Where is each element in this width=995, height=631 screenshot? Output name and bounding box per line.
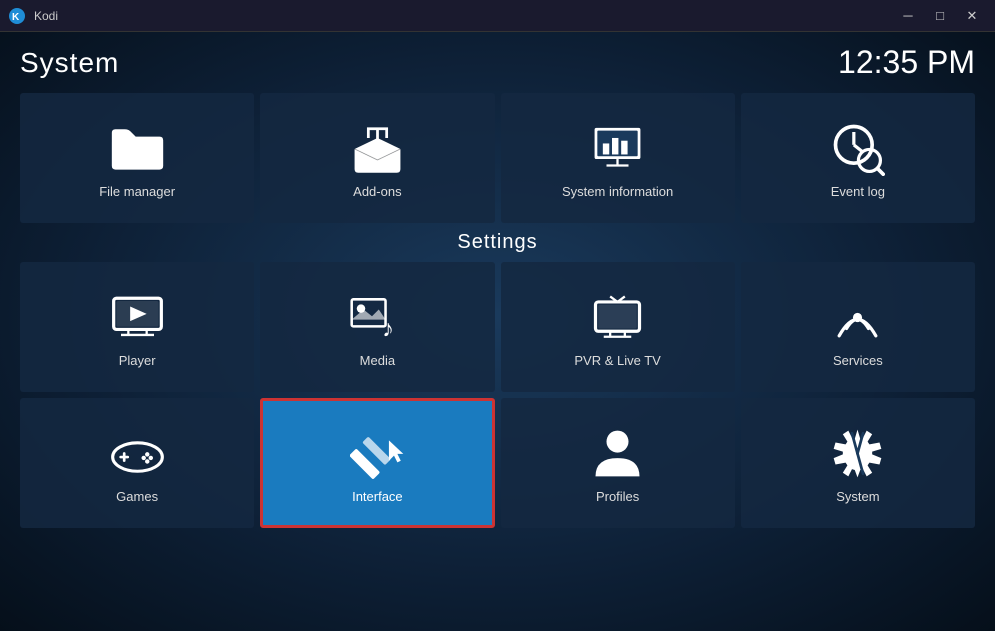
- file-manager-label: File manager: [99, 184, 175, 199]
- grid-container: File manager Add-ons: [20, 93, 975, 619]
- settings-label: Settings: [20, 223, 975, 262]
- games-icon: [110, 426, 165, 481]
- maximize-button[interactable]: □: [925, 5, 955, 27]
- interface-icon: [350, 426, 405, 481]
- profiles-label: Profiles: [596, 489, 639, 504]
- games-label: Games: [116, 489, 158, 504]
- clock-display: 12:35 PM: [838, 44, 975, 81]
- tile-player[interactable]: Player: [20, 262, 254, 392]
- header: System 12:35 PM: [20, 44, 975, 81]
- addons-icon: [350, 121, 405, 176]
- tile-pvr[interactable]: PVR & Live TV: [501, 262, 735, 392]
- titlebar-left: K Kodi: [8, 7, 58, 25]
- tile-interface[interactable]: Interface: [260, 398, 494, 528]
- tile-event-log[interactable]: Event log: [741, 93, 975, 223]
- services-icon: [830, 290, 885, 345]
- settings-row-1: Player ♪ Media: [20, 262, 975, 392]
- top-row: File manager Add-ons: [20, 93, 975, 223]
- svg-text:K: K: [12, 12, 20, 23]
- media-label: Media: [360, 353, 395, 368]
- window-controls: ─ □ ✕: [893, 5, 987, 27]
- titlebar: K Kodi ─ □ ✕: [0, 0, 995, 32]
- event-log-label: Event log: [831, 184, 885, 199]
- page-title: System: [20, 47, 119, 79]
- eventlog-icon: [830, 121, 885, 176]
- kodi-logo-icon: K: [8, 7, 26, 25]
- system-settings-icon: [830, 426, 885, 481]
- tile-system[interactable]: System: [741, 398, 975, 528]
- profiles-icon: [590, 426, 645, 481]
- services-label: Services: [833, 353, 883, 368]
- main-content: System 12:35 PM File manager: [0, 32, 995, 631]
- tile-system-information[interactable]: System information: [501, 93, 735, 223]
- tile-games[interactable]: Games: [20, 398, 254, 528]
- folder-icon: [110, 121, 165, 176]
- media-icon: ♪: [350, 290, 405, 345]
- tile-media[interactable]: ♪ Media: [260, 262, 494, 392]
- interface-label: Interface: [352, 489, 403, 504]
- app-title: Kodi: [34, 9, 58, 23]
- tile-file-manager[interactable]: File manager: [20, 93, 254, 223]
- add-ons-label: Add-ons: [353, 184, 401, 199]
- player-icon: [110, 290, 165, 345]
- svg-text:♪: ♪: [382, 317, 394, 343]
- player-label: Player: [119, 353, 156, 368]
- tile-profiles[interactable]: Profiles: [501, 398, 735, 528]
- system-information-label: System information: [562, 184, 673, 199]
- sysinfo-icon: [590, 121, 645, 176]
- tile-services[interactable]: Services: [741, 262, 975, 392]
- pvr-icon: [590, 290, 645, 345]
- pvr-label: PVR & Live TV: [574, 353, 660, 368]
- close-button[interactable]: ✕: [957, 5, 987, 27]
- system-label: System: [836, 489, 879, 504]
- minimize-button[interactable]: ─: [893, 5, 923, 27]
- settings-row-2: Games Interface Profiles: [20, 398, 975, 528]
- tile-add-ons[interactable]: Add-ons: [260, 93, 494, 223]
